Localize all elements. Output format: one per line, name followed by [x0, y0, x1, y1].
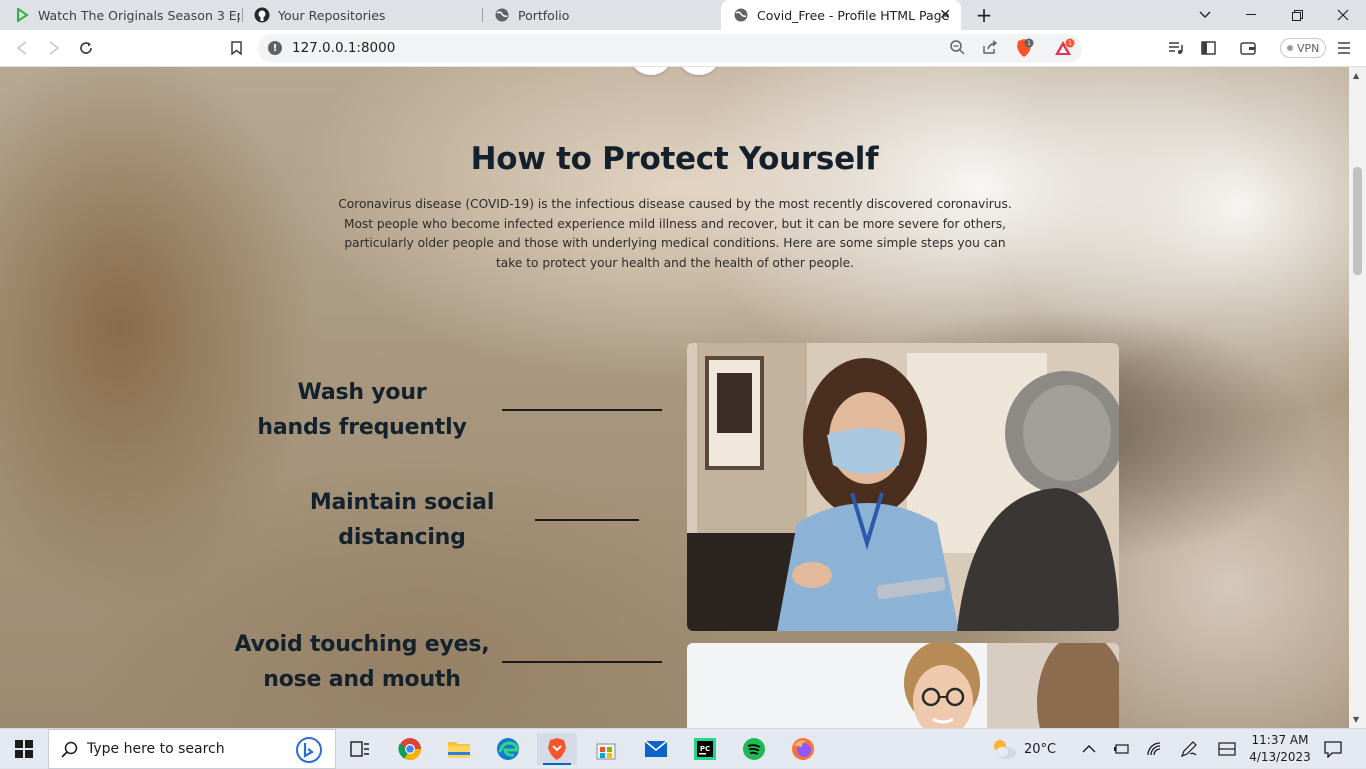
page-viewport: How to Protect Yourself Coronavirus dise…	[0, 67, 1366, 728]
vpn-status-dot	[1287, 45, 1293, 51]
step-line: Maintain social	[309, 490, 495, 515]
browser-toolbar: ! 127.0.0.1:8000 1 1 VPN	[0, 30, 1366, 67]
intro-line: Most people who become infected experien…	[343, 216, 1007, 231]
brave-shield-icon[interactable]: 1	[1014, 38, 1034, 62]
vpn-button[interactable]: VPN	[1280, 38, 1327, 58]
clock-date: 4/13/2023	[1249, 750, 1311, 764]
intro-line: Coronavirus disease (COVID-19) is the in…	[338, 197, 1012, 211]
url-text: 127.0.0.1:8000	[292, 40, 396, 56]
doctor-with-patient-image	[687, 343, 1119, 631]
section-heading: How to Protect Yourself	[470, 141, 879, 177]
system-clock[interactable]: 11:37 AM 4/13/2023	[1244, 732, 1316, 766]
active-indicator	[543, 763, 571, 765]
firefox-icon[interactable]	[783, 733, 823, 765]
step-line: distancing	[338, 525, 466, 550]
step-line: Avoid touching eyes,	[234, 632, 490, 657]
search-icon	[61, 741, 78, 762]
step-divider	[502, 409, 662, 411]
brave-rewards-icon[interactable]: 1	[1054, 38, 1076, 62]
mail-icon[interactable]	[636, 733, 676, 765]
show-hidden-icons-chevron-icon[interactable]	[1082, 729, 1096, 769]
step-line: nose and mouth	[263, 667, 461, 692]
forward-icon[interactable]	[42, 36, 66, 60]
tab-strip: Watch The Originals Season 3 Episode You…	[0, 0, 1366, 30]
step-line: hands frequently	[257, 415, 467, 440]
taskbar-search-box[interactable]: Type here to search	[48, 729, 336, 769]
file-explorer-icon[interactable]	[439, 733, 479, 765]
windows-taskbar: Type here to search PC 20°C 11:37 AM 4/1…	[0, 728, 1366, 769]
windows-start-icon[interactable]	[4, 733, 44, 765]
pen-icon[interactable]	[1180, 729, 1198, 769]
vpn-label: VPN	[1297, 41, 1320, 55]
zoom-icon[interactable]	[950, 40, 965, 59]
intro-paragraph: Coronavirus disease (COVID-19) is the in…	[324, 195, 1026, 273]
share-icon[interactable]	[982, 40, 998, 59]
woman-with-glasses-image	[687, 643, 1119, 728]
close-tab-icon[interactable]: ✕	[939, 7, 951, 23]
slider-dot[interactable]	[631, 67, 671, 75]
step-wash-hands: Wash your hands frequently	[232, 375, 492, 445]
playlist-icon[interactable]	[1164, 36, 1188, 60]
menu-icon[interactable]	[1332, 36, 1356, 60]
input-indicator-icon[interactable]	[1218, 729, 1236, 769]
tab-title: Your Repositories	[278, 7, 386, 23]
new-tab-button[interactable]: +	[972, 3, 996, 27]
globe-icon	[733, 7, 749, 23]
tab-covid-free[interactable]: Covid_Free - Profile HTML Page ✕	[721, 0, 961, 30]
step-social-distancing: Maintain social distancing	[272, 485, 532, 555]
pycharm-icon[interactable]: PC	[685, 733, 725, 765]
wallet-icon[interactable]	[1236, 36, 1260, 60]
github-icon	[254, 7, 270, 23]
edge-icon[interactable]	[488, 733, 528, 765]
scrollbar-thumb[interactable]	[1353, 167, 1362, 275]
weather-widget[interactable]: 20°C	[990, 729, 1056, 769]
tab-title: Watch The Originals Season 3 Episode	[38, 7, 240, 23]
reload-icon[interactable]	[74, 36, 98, 60]
bookmark-icon[interactable]	[224, 36, 248, 60]
svg-text:1: 1	[1068, 40, 1072, 47]
weather-temperature: 20°C	[1024, 741, 1057, 757]
bing-icon[interactable]	[295, 737, 323, 767]
play-icon	[14, 7, 30, 23]
notifications-icon[interactable]	[1324, 729, 1342, 769]
wifi-icon[interactable]	[1146, 729, 1164, 769]
back-icon[interactable]	[10, 36, 34, 60]
task-view-icon[interactable]	[340, 733, 380, 765]
scroll-up-arrow-icon[interactable]: ▲	[1353, 71, 1359, 80]
scroll-down-arrow-icon[interactable]: ▼	[1353, 715, 1359, 724]
step-avoid-touching: Avoid touching eyes, nose and mouth	[222, 627, 502, 697]
tab-title: Covid_Free - Profile HTML Page	[757, 7, 950, 23]
battery-icon[interactable]	[1113, 729, 1131, 769]
minimize-icon[interactable]	[1228, 0, 1274, 30]
globe-icon	[494, 7, 510, 23]
step-divider	[502, 661, 662, 663]
step-line: Wash your	[297, 380, 427, 405]
tab-search-chevron-icon[interactable]	[1182, 0, 1228, 30]
spotify-icon[interactable]	[734, 733, 774, 765]
search-placeholder: Type here to search	[87, 741, 225, 757]
close-window-icon[interactable]	[1320, 0, 1366, 30]
step-divider	[535, 519, 639, 521]
tab-originals[interactable]: Watch The Originals Season 3 Episode	[2, 0, 240, 30]
site-info-icon[interactable]: !	[268, 41, 282, 55]
svg-text:1: 1	[1027, 40, 1031, 47]
sidebar-icon[interactable]	[1196, 36, 1220, 60]
intro-line: take to protect your health and the heal…	[496, 255, 854, 270]
tab-portfolio[interactable]: Portfolio	[482, 0, 720, 30]
address-bar[interactable]: ! 127.0.0.1:8000 1 1	[258, 34, 1082, 63]
chrome-icon[interactable]	[390, 733, 430, 765]
clock-time: 11:37 AM	[1251, 733, 1309, 747]
intro-line: particularly older people and those with…	[344, 236, 1006, 250]
tab-title: Portfolio	[518, 7, 570, 23]
restore-icon[interactable]	[1274, 0, 1320, 30]
slider-dot[interactable]	[679, 67, 719, 75]
tab-repositories[interactable]: Your Repositories	[242, 0, 480, 30]
svg-text:PC: PC	[700, 745, 710, 753]
brave-icon[interactable]	[537, 733, 577, 765]
page-scrollbar[interactable]: ▲ ▼	[1349, 67, 1366, 728]
microsoft-store-icon[interactable]	[586, 733, 626, 765]
